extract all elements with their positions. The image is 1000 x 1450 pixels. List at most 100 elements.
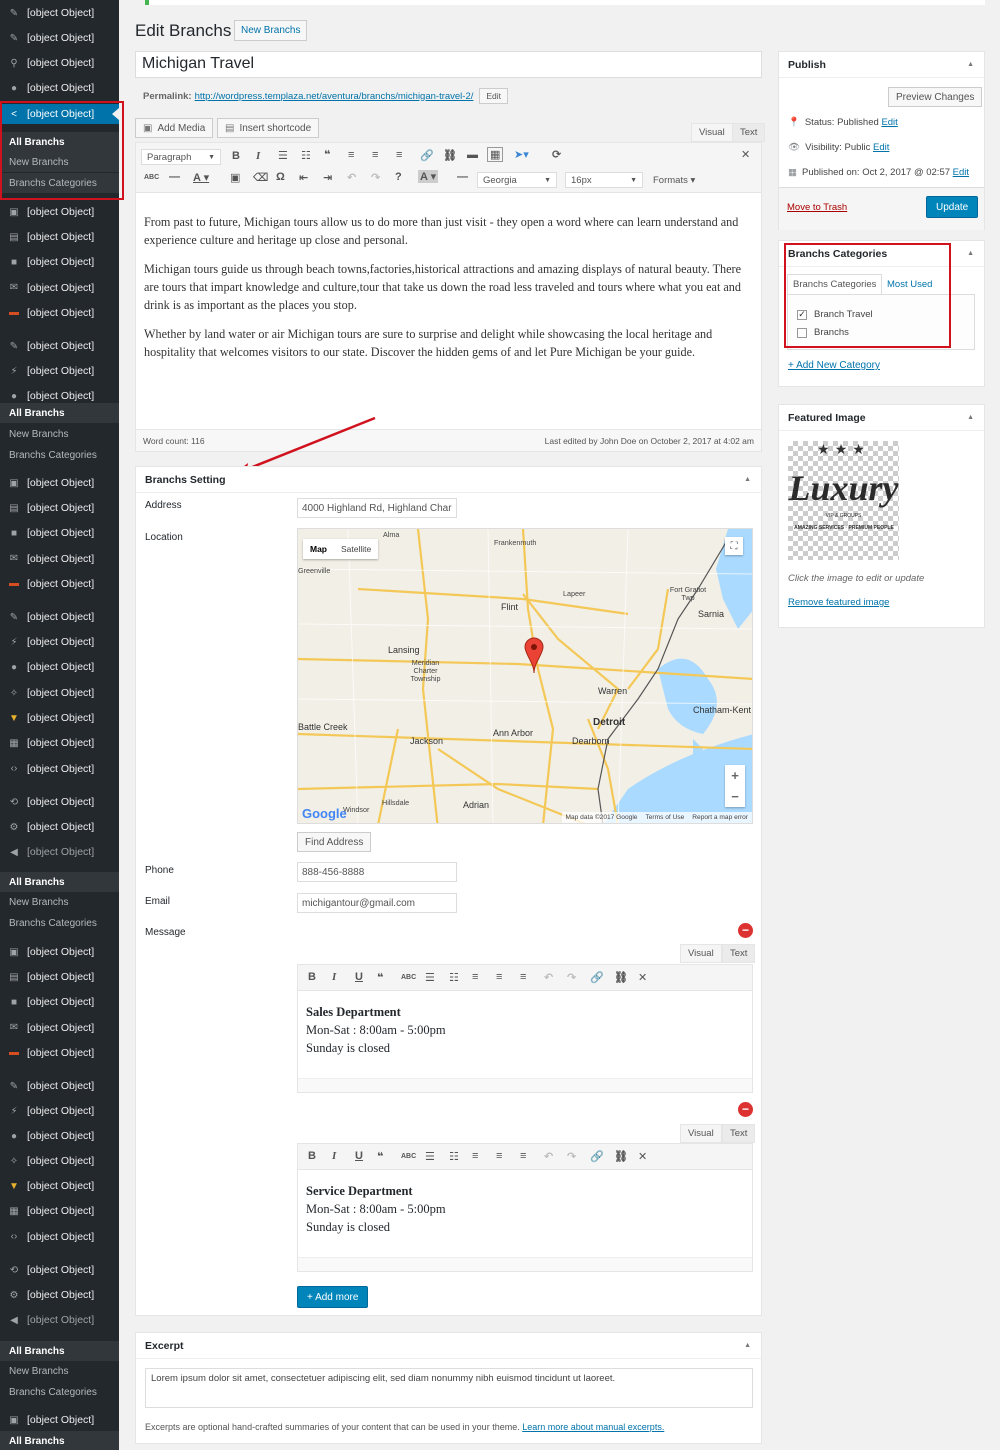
sidebar-item[interactable]: ▤ [object Object]: [0, 498, 119, 518]
paste-text-icon[interactable]: ▣: [230, 171, 240, 184]
redo-icon[interactable]: ↷: [567, 971, 576, 984]
align-center-icon[interactable]: ≡: [496, 1150, 502, 1162]
permalink-edit-button[interactable]: Edit: [479, 88, 509, 104]
unlink-icon[interactable]: ⛓: [614, 971, 628, 984]
redo-icon[interactable]: ↷: [567, 1150, 576, 1163]
bullet-list-icon[interactable]: ☰: [425, 971, 435, 984]
undo-icon[interactable]: ↶: [544, 1150, 553, 1163]
tab-text[interactable]: Text: [722, 944, 756, 963]
sidebar-item[interactable]: ⟲ [object Object]: [0, 1260, 119, 1280]
editor-content[interactable]: From past to future, Michigan tours allo…: [144, 213, 756, 372]
email-input[interactable]: michigantour@gmail.com: [297, 893, 457, 913]
sidebar-item[interactable]: ✎ [object Object]: [0, 607, 119, 627]
collapse-up-icon[interactable]: ▲: [744, 1342, 751, 1349]
remove-message-icon[interactable]: −: [738, 1102, 753, 1117]
sidebar-item[interactable]: ▬ [object Object]: [0, 303, 119, 323]
align-center-icon[interactable]: ≡: [496, 971, 502, 983]
align-left-icon[interactable]: ≡: [472, 1150, 478, 1162]
tab-text[interactable]: Text: [732, 123, 766, 142]
fullscreen-icon[interactable]: ✕: [638, 1150, 647, 1163]
sidebar-item[interactable]: ◀ [object Object]: [0, 842, 119, 862]
sidebar-subitem[interactable]: New Branchs: [0, 892, 119, 912]
sidebar-item[interactable]: ▼ [object Object]: [0, 708, 119, 728]
visibility-edit-link[interactable]: Edit: [873, 142, 889, 153]
link-icon[interactable]: 🔗: [420, 149, 434, 162]
map-terms-link[interactable]: Terms of Use: [645, 814, 684, 821]
insert-shortcode-button[interactable]: ▤ Insert shortcode: [217, 118, 320, 138]
zoom-in-icon[interactable]: +: [731, 768, 739, 783]
sidebar-item[interactable]: ⚡ [object Object]: [0, 632, 119, 652]
sidebar-item[interactable]: ▼ [object Object]: [0, 1176, 119, 1196]
tab-visual[interactable]: Visual: [680, 944, 722, 963]
map-fullscreen-icon[interactable]: ⛶: [725, 537, 743, 555]
link-icon[interactable]: 🔗: [590, 971, 604, 984]
collapse-up-icon[interactable]: ▲: [967, 61, 974, 68]
sidebar-item[interactable]: ✉ [object Object]: [0, 549, 119, 569]
sidebar-subitem[interactable]: New Branchs: [0, 424, 119, 444]
unlink-icon[interactable]: ⛓: [614, 1150, 628, 1163]
message-editor[interactable]: B I U ❝ ABC ☰ ☷ ≡ ≡ ≡ ↶ ↷ 🔗 ⛓ ✕ Sales De…: [297, 964, 753, 1093]
add-new-category-link[interactable]: + Add New Category: [788, 360, 880, 371]
sidebar-item[interactable]: ■ [object Object]: [0, 252, 119, 272]
sidebar-subitem[interactable]: All Branchs: [0, 872, 119, 892]
sidebar-item[interactable]: ‹› [object Object]: [0, 1227, 119, 1247]
hr-icon[interactable]: —: [457, 171, 468, 183]
sidebar-item[interactable]: ‹› [object Object]: [0, 759, 119, 779]
format-select[interactable]: Paragraph ▼: [141, 149, 221, 165]
bold-icon[interactable]: B: [232, 150, 240, 162]
sidebar-subitem[interactable]: All Branchs: [0, 403, 119, 423]
redo-icon[interactable]: ↷: [371, 171, 380, 184]
excerpt-learn-more-link[interactable]: Learn more about manual excerpts.: [522, 1422, 664, 1432]
sidebar-item[interactable]: ■ [object Object]: [0, 992, 119, 1012]
sidebar-item[interactable]: ▣ [object Object]: [0, 1410, 119, 1430]
sidebar-subitem[interactable]: All Branchs: [0, 1431, 119, 1450]
read-more-icon[interactable]: ▬: [467, 149, 478, 161]
resize-handle[interactable]: [298, 1257, 752, 1271]
sidebar-item[interactable]: ✉ [object Object]: [0, 1018, 119, 1038]
bullet-list-icon[interactable]: ☰: [278, 149, 288, 162]
fullscreen-icon[interactable]: ✕: [638, 971, 647, 984]
sidebar-item[interactable]: ✧ [object Object]: [0, 1151, 119, 1171]
branchs-setting-header[interactable]: Branchs Setting ▲: [136, 467, 761, 493]
size-select[interactable]: 16px ▼: [565, 172, 643, 188]
sidebar-item[interactable]: ▣ [object Object]: [0, 473, 119, 493]
sidebar-item[interactable]: ▬ [object Object]: [0, 1043, 119, 1063]
permalink-link[interactable]: http://wordpress.templaza.net/aventura/b…: [195, 91, 474, 102]
blockquote-icon[interactable]: ❝: [377, 971, 383, 984]
sidebar-item[interactable]: ✉ [object Object]: [0, 278, 119, 298]
sidebar-item[interactable]: ✎ [object Object]: [0, 1076, 119, 1096]
italic-icon[interactable]: I: [332, 1150, 336, 1162]
resize-handle[interactable]: [298, 1078, 752, 1092]
message-content[interactable]: Service Department Mon-Sat : 8:00am - 5:…: [298, 1170, 752, 1248]
published-edit-link[interactable]: Edit: [953, 167, 969, 178]
message-content[interactable]: Sales Department Mon-Sat : 8:00am - 5:00…: [298, 991, 752, 1069]
move-to-trash-link[interactable]: Move to Trash: [787, 202, 847, 213]
formats-menu[interactable]: Formats ▾: [653, 175, 695, 186]
indent-icon[interactable]: ⇥: [323, 171, 332, 184]
sidebar-item[interactable]: ⚙ [object Object]: [0, 817, 119, 837]
bullet-list-icon[interactable]: ☰: [425, 1150, 435, 1163]
sidebar-item[interactable]: ✎ [object Object]: [0, 28, 119, 48]
sidebar-item[interactable]: ⚡ [object Object]: [0, 361, 119, 381]
sidebar-item[interactable]: ▤ [object Object]: [0, 227, 119, 247]
sidebar-item[interactable]: ✎ [object Object]: [0, 336, 119, 356]
sidebar-item[interactable]: ⚲ [object Object]: [0, 53, 119, 73]
publish-header[interactable]: Publish ▲: [779, 52, 984, 78]
sidebar-item[interactable]: ▦ [object Object]: [0, 733, 119, 753]
sidebar-subitem[interactable]: New Branchs: [0, 1361, 119, 1381]
blockquote-icon[interactable]: ❝: [377, 1150, 383, 1163]
sidebar-item[interactable]: ▣ [object Object]: [0, 202, 119, 222]
align-right-icon[interactable]: ≡: [520, 971, 526, 983]
sidebar-item[interactable]: ✧ [object Object]: [0, 683, 119, 703]
strikethrough-icon[interactable]: ABC: [144, 174, 159, 181]
underline-icon[interactable]: U: [355, 971, 363, 983]
undo-icon[interactable]: ↶: [347, 171, 356, 184]
help-icon[interactable]: ?: [395, 171, 402, 183]
sidebar-item[interactable]: ▣ [object Object]: [0, 942, 119, 962]
align-left-icon[interactable]: ≡: [348, 149, 354, 161]
add-more-button[interactable]: + Add more: [297, 1286, 369, 1308]
phone-input[interactable]: 888-456-8888: [297, 862, 457, 882]
sidebar-item[interactable]: ✎ [object Object]: [0, 3, 119, 23]
bold-icon[interactable]: B: [308, 1150, 316, 1162]
sidebar-subitem[interactable]: Branchs Categories: [0, 1382, 119, 1402]
